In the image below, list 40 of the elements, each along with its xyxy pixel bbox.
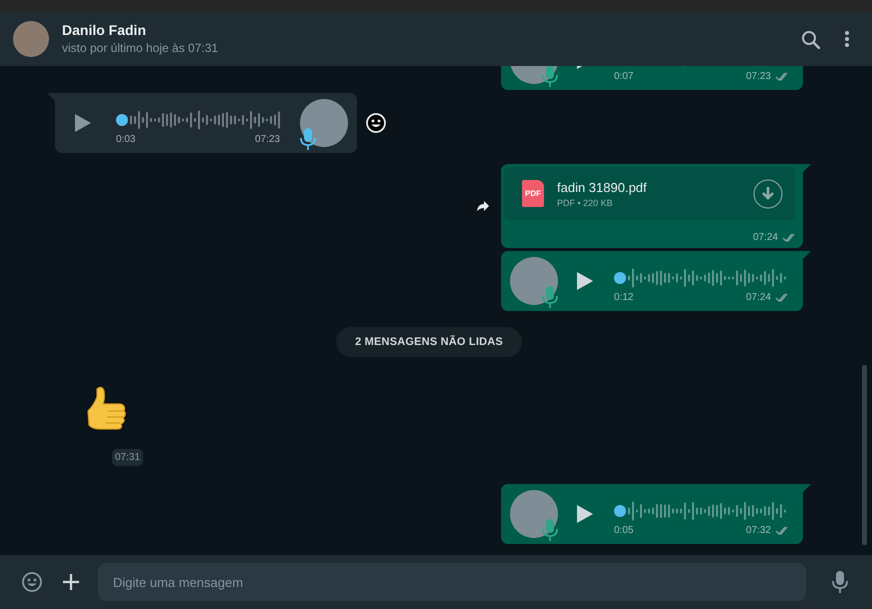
- message-time: 07:23: [746, 70, 771, 82]
- message-time: 07:31: [112, 449, 144, 466]
- search-icon[interactable]: [801, 30, 820, 48]
- voice-duration: 0:07: [614, 70, 634, 82]
- last-seen-status: visto por último hoje às 07:31: [62, 40, 220, 57]
- voice-duration: 0:05: [614, 524, 634, 536]
- message-time: 07:32: [746, 524, 771, 536]
- play-button[interactable]: [576, 504, 594, 524]
- file-name: fadin 31890.pdf: [557, 180, 648, 194]
- document-card[interactable]: PDF fadin 31890.pdf PDF • 220 KB: [504, 167, 795, 220]
- progress-thumb[interactable]: [614, 272, 626, 284]
- microphone-icon: [542, 66, 558, 87]
- message-input[interactable]: Digite uma mensagem: [98, 563, 806, 601]
- microphone-icon: [542, 519, 558, 541]
- scrollbar[interactable]: [862, 365, 867, 545]
- menu-icon[interactable]: [844, 30, 850, 48]
- emoji-icon[interactable]: [21, 571, 43, 593]
- contact-name: Danilo Fadin: [62, 21, 147, 40]
- microphone-icon: [300, 128, 316, 150]
- progress-thumb[interactable]: [614, 505, 626, 517]
- microphone-icon: [542, 286, 558, 308]
- attach-plus-icon[interactable]: [62, 573, 80, 591]
- pdf-file-icon: PDF: [522, 180, 544, 207]
- sender-avatar: [300, 99, 348, 147]
- sender-avatar: [510, 257, 558, 305]
- file-details: PDF • 220 KB: [557, 198, 614, 208]
- voice-duration: 0:12: [614, 292, 634, 302]
- message-time: 07:23: [254, 134, 280, 144]
- message-time: 07:24: [746, 292, 771, 302]
- microphone-icon[interactable]: [832, 571, 848, 593]
- sender-avatar: [510, 490, 558, 538]
- unread-messages-banner: 2 MENSAGENS NÃO LIDAS: [336, 327, 522, 357]
- emoji-reaction-icon[interactable]: [365, 112, 387, 134]
- progress-thumb[interactable]: [116, 114, 128, 126]
- play-button[interactable]: [74, 113, 92, 133]
- play-button[interactable]: [576, 271, 594, 291]
- voice-duration: 0:03: [116, 134, 136, 144]
- download-button[interactable]: [753, 178, 783, 208]
- message-time: 07:24: [752, 232, 778, 242]
- contact-avatar[interactable]: [13, 21, 49, 57]
